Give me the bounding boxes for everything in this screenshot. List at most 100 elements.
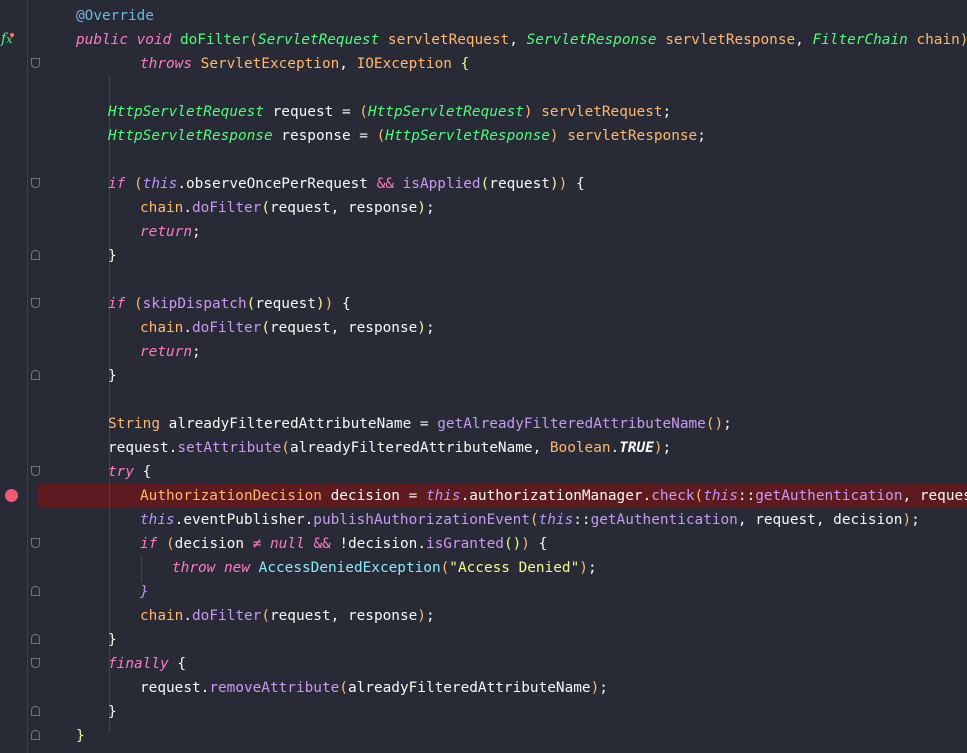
field-name: observeOncePerRequest bbox=[186, 176, 368, 192]
call-arg: request bbox=[255, 296, 316, 312]
code-line-if-decision[interactable]: if (decision ≠ null && !decision.isGrant… bbox=[140, 532, 547, 556]
fold-end-try-icon[interactable] bbox=[31, 634, 40, 644]
param-name: servletResponse bbox=[665, 32, 796, 48]
call-arg: alreadyFilteredAttributeName bbox=[347, 680, 591, 696]
and-operator: && bbox=[313, 536, 331, 552]
code-line-string-decl[interactable]: String alreadyFilteredAttributeName = ge… bbox=[108, 412, 732, 436]
fold-method-icon[interactable] bbox=[31, 58, 40, 68]
editor-gutter[interactable]: fx bbox=[0, 0, 44, 753]
fold-end-if-icon[interactable] bbox=[31, 250, 40, 260]
code-line-annotation[interactable]: @Override bbox=[76, 4, 154, 28]
param-name: chain bbox=[916, 32, 960, 48]
code-line-if-observe[interactable]: if (this.observeOncePerRequest && isAppl… bbox=[108, 172, 585, 196]
method-call: isGranted bbox=[425, 536, 504, 552]
fold-if-icon[interactable] bbox=[31, 538, 40, 548]
code-line-close-brace[interactable]: } bbox=[140, 580, 149, 604]
chain-var: chain bbox=[140, 200, 184, 216]
code-line-set-attribute[interactable]: request.setAttribute(alreadyFilteredAttr… bbox=[108, 436, 671, 460]
param-type: FilterChain bbox=[812, 32, 908, 48]
var-type: AuthorizationDecision bbox=[140, 488, 322, 504]
call-args: request, response bbox=[269, 200, 418, 216]
var-type: String bbox=[108, 416, 160, 432]
call-arg: request bbox=[919, 488, 967, 504]
return-keyword: return bbox=[140, 224, 192, 240]
indent-guide bbox=[109, 196, 110, 246]
method-call: getAlreadyFilteredAttributeName bbox=[437, 416, 706, 432]
if-keyword: if bbox=[108, 176, 126, 192]
code-line-close-brace[interactable]: } bbox=[76, 724, 85, 748]
string-literal: "Access Denied" bbox=[449, 560, 580, 576]
var-name: alreadyFilteredAttributeName bbox=[168, 416, 412, 432]
fold-finally-icon[interactable] bbox=[31, 658, 40, 668]
fold-try-icon[interactable] bbox=[31, 466, 40, 476]
close-paren: ) bbox=[960, 32, 967, 48]
negated-var: !decision bbox=[339, 536, 418, 552]
source-var: servletRequest bbox=[541, 104, 663, 120]
method-call: removeAttribute bbox=[209, 680, 340, 696]
exception-type: IOException bbox=[356, 56, 452, 72]
call-args: request, response bbox=[269, 320, 418, 336]
var-name: decision bbox=[174, 536, 244, 552]
this-keyword: this bbox=[425, 488, 461, 504]
code-line-cast-request[interactable]: HttpServletRequest request = (HttpServle… bbox=[108, 100, 671, 124]
null-keyword: null bbox=[270, 536, 305, 552]
param-name: servletRequest bbox=[387, 32, 510, 48]
var-name: decision bbox=[330, 488, 400, 504]
method-modifiers: public void bbox=[76, 32, 180, 48]
constant: TRUE bbox=[619, 440, 654, 456]
method-call: publishAuthorizationEvent bbox=[313, 512, 530, 528]
code-line-throw[interactable]: throw new AccessDeniedException("Access … bbox=[172, 556, 597, 580]
if-keyword: if bbox=[140, 536, 158, 552]
var-name: request bbox=[272, 104, 334, 120]
return-keyword: return bbox=[140, 344, 192, 360]
open-brace: { bbox=[460, 56, 470, 72]
code-line-chain-dofilter[interactable]: chain.doFilter(request, response); bbox=[140, 196, 435, 220]
chain-var: chain bbox=[140, 608, 184, 624]
field-name: eventPublisher bbox=[183, 512, 305, 528]
indent-guide bbox=[141, 556, 142, 582]
and-operator: && bbox=[376, 176, 394, 192]
fold-end-finally-icon[interactable] bbox=[31, 706, 40, 716]
fold-if-icon[interactable] bbox=[31, 178, 40, 188]
code-line-throws[interactable]: throws ServletException, IOException { bbox=[140, 52, 469, 76]
code-line-close-brace[interactable]: } bbox=[108, 244, 117, 268]
fold-end-method-icon[interactable] bbox=[31, 730, 40, 740]
code-line-publish-event[interactable]: this.eventPublisher.publishAuthorization… bbox=[140, 508, 920, 532]
indent-guide bbox=[109, 316, 110, 366]
method-call: doFilter bbox=[192, 608, 262, 624]
open-paren: ( bbox=[249, 32, 258, 48]
fold-if-icon[interactable] bbox=[31, 298, 40, 308]
method-call: skipDispatch bbox=[142, 296, 247, 312]
param-type: ServletResponse bbox=[526, 32, 657, 48]
fold-end-if-icon[interactable] bbox=[31, 586, 40, 596]
code-line-return[interactable]: return; bbox=[140, 220, 201, 244]
code-line-return[interactable]: return; bbox=[140, 340, 201, 364]
code-line-if-skip[interactable]: if (skipDispatch(request)) { bbox=[108, 292, 351, 316]
code-line-chain-dofilter[interactable]: chain.doFilter(request, response); bbox=[140, 316, 435, 340]
assign-operator: = bbox=[333, 104, 360, 120]
code-line-signature[interactable]: public void doFilter(ServletRequest serv… bbox=[76, 28, 967, 52]
code-line-close-brace[interactable]: } bbox=[108, 364, 117, 388]
code-line-close-brace[interactable]: } bbox=[108, 628, 117, 652]
code-editor[interactable]: fx @Override public void doFilter(Servle… bbox=[0, 0, 967, 753]
code-line-remove-attribute[interactable]: request.removeAttribute(alreadyFilteredA… bbox=[140, 676, 608, 700]
call-arg: request bbox=[489, 176, 550, 192]
finally-keyword: finally bbox=[108, 656, 169, 672]
code-line-cast-response[interactable]: HttpServletResponse response = (HttpServ… bbox=[108, 124, 706, 148]
code-line-close-brace[interactable]: } bbox=[108, 700, 117, 724]
object-var: request bbox=[140, 680, 201, 696]
overrides-method-icon[interactable]: fx bbox=[1, 31, 17, 49]
method-call: doFilter bbox=[192, 200, 262, 216]
code-line-chain-dofilter[interactable]: chain.doFilter(request, response); bbox=[140, 604, 435, 628]
breakpoint-icon[interactable] bbox=[5, 489, 18, 502]
code-line-try[interactable]: try { bbox=[108, 460, 151, 484]
method-ref: getAuthentication bbox=[590, 512, 738, 528]
code-line-decision-breakpoint[interactable]: AuthorizationDecision decision = this.au… bbox=[140, 484, 967, 508]
call-args: request, response bbox=[269, 608, 418, 624]
var-name: response bbox=[281, 128, 351, 144]
gutter-separator bbox=[27, 0, 28, 753]
code-line-finally[interactable]: finally { bbox=[108, 652, 186, 676]
fold-end-if-icon[interactable] bbox=[31, 370, 40, 380]
method-call: doFilter bbox=[192, 320, 262, 336]
class-name: AccessDeniedException bbox=[258, 560, 441, 576]
